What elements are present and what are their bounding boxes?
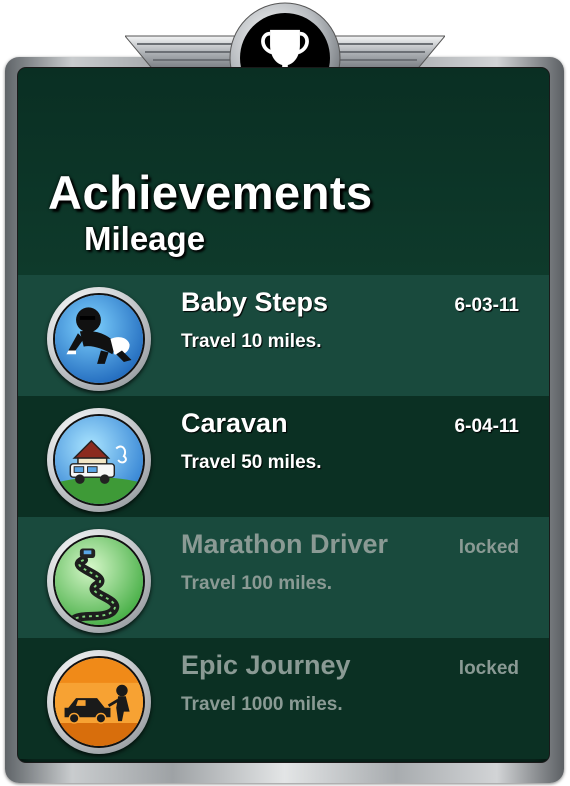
page-title: Achievements [48, 166, 373, 219]
caravan-icon [55, 416, 143, 504]
achievements-panel: Achievements Mileage Baby Steps Travel 1… [18, 68, 549, 762]
achievement-badge [47, 287, 151, 391]
achievement-description: Travel 10 miles. [181, 331, 322, 352]
achievement-row-epic-journey[interactable]: Epic Journey Travel 1000 miles. locked [18, 638, 549, 759]
achievement-badge [47, 650, 151, 754]
achievement-badge [47, 529, 151, 633]
achievement-title: Marathon Driver [181, 529, 389, 559]
crawling-baby-icon [55, 295, 143, 383]
achievement-locked-label: locked [458, 658, 519, 679]
achievement-description: Travel 1000 miles. [181, 694, 343, 715]
category-subtitle: Mileage [84, 220, 206, 257]
achievement-badge [47, 408, 151, 512]
winding-road-icon [55, 537, 143, 625]
achievement-row-baby-steps[interactable]: Baby Steps Travel 10 miles. 6-03-11 [18, 275, 549, 396]
achievement-date: 6-03-11 [454, 295, 519, 316]
achievement-row-caravan[interactable]: Caravan Travel 50 miles. 6-04-11 [18, 396, 549, 517]
achievement-title: Baby Steps [181, 287, 329, 317]
achievement-title: Epic Journey [181, 650, 351, 680]
achievement-locked-label: locked [458, 537, 519, 558]
achievement-description: Travel 50 miles. [181, 452, 322, 473]
panel-header: Achievements Mileage [18, 68, 549, 275]
achievement-row-marathon-driver[interactable]: Marathon Driver Travel 100 miles. locked [18, 517, 549, 638]
achievement-description: Travel 100 miles. [181, 573, 333, 594]
broken-down-car-icon [55, 658, 143, 746]
achievement-title: Caravan [181, 408, 288, 438]
achievement-date: 6-04-11 [454, 416, 519, 437]
